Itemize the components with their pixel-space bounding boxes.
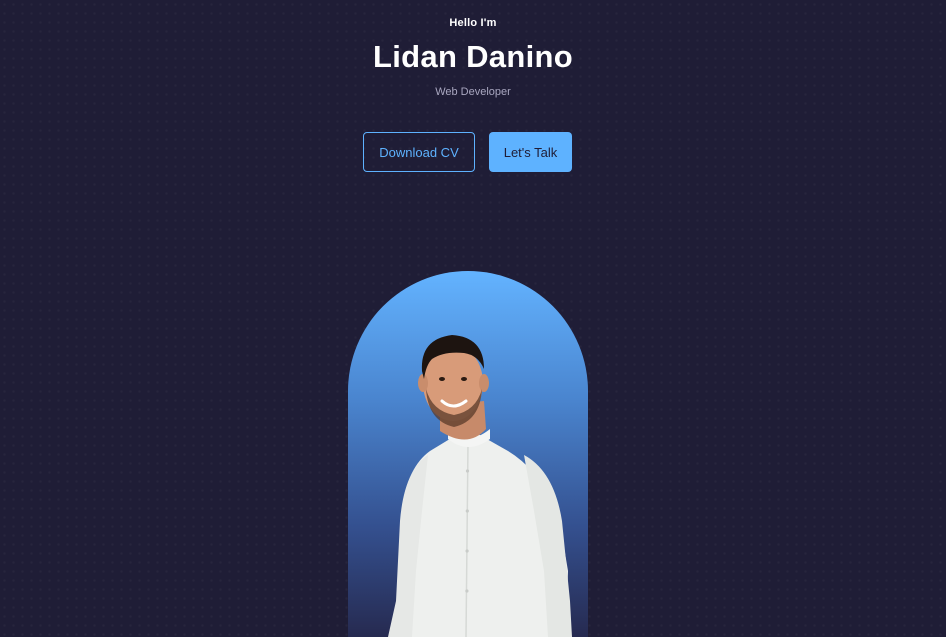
- profile-photo: [388, 335, 572, 637]
- hero-role: Web Developer: [435, 86, 511, 98]
- profile-photo-frame: [348, 271, 588, 637]
- download-cv-button[interactable]: Download CV: [363, 132, 475, 172]
- greeting-text: Hello I'm: [449, 17, 497, 29]
- cta-buttons: Download CV Let's Talk: [363, 132, 583, 172]
- hero-name: Lidan Danino: [373, 39, 573, 74]
- lets-talk-button[interactable]: Let's Talk: [489, 132, 572, 172]
